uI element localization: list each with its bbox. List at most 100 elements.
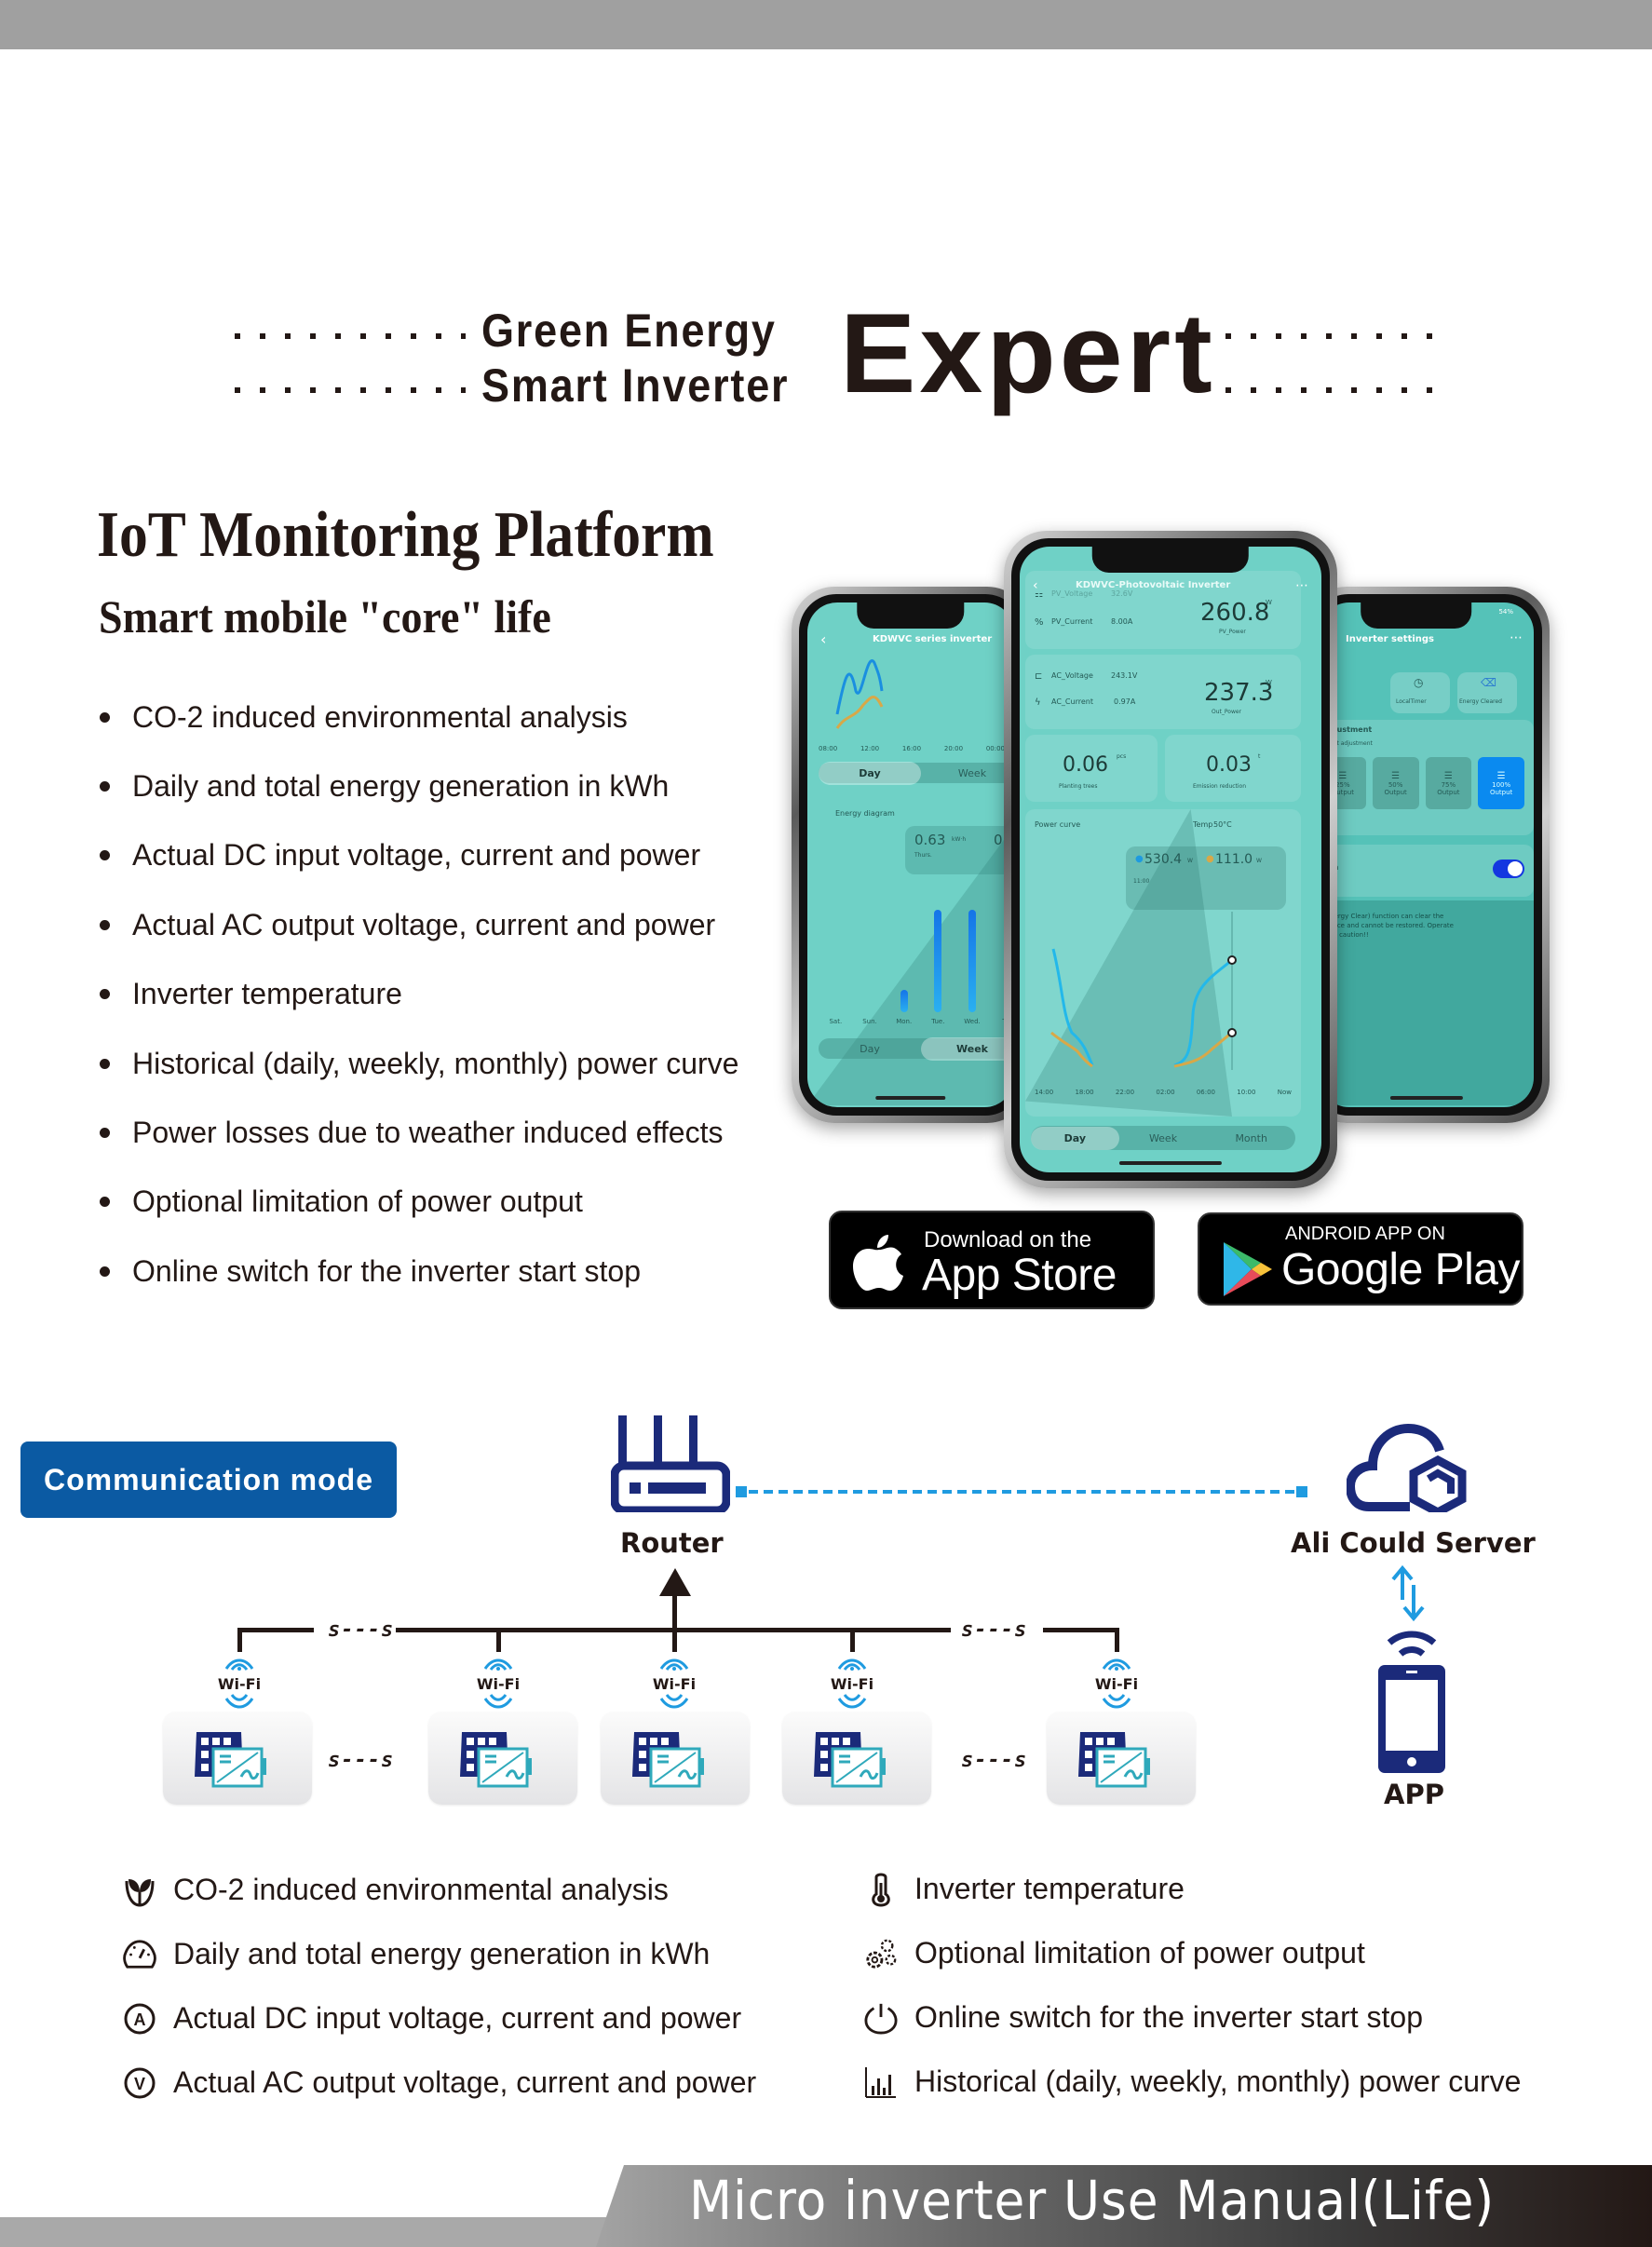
icon-feature-item: Inverter temperature — [864, 1857, 1521, 1921]
pv-card: ⚏ PV_Voltage 32.6V % PV_Current 8.00A 26… — [1025, 571, 1301, 649]
google-play-button[interactable]: ANDROID APP ON Google Play — [1198, 1212, 1523, 1306]
more-icon[interactable]: ⋯ — [1510, 630, 1523, 645]
solar-inverter-icon — [1078, 1732, 1150, 1788]
bottom-tabs: Day Week — [819, 1036, 1014, 1061]
power-icon — [864, 2001, 898, 2035]
communication-mode-button[interactable]: Communication mode — [20, 1442, 397, 1518]
wifi-indicator: Wi-Fi — [1084, 1652, 1149, 1718]
tab-day[interactable]: Day — [819, 1043, 921, 1055]
energy-diagram-label: Energy diagram — [835, 809, 895, 818]
range-tabs: Day Week Month — [1031, 1126, 1295, 1150]
sliders-icon: ☰ — [1496, 770, 1506, 781]
wifi-icon — [224, 1658, 254, 1671]
footer-title: Micro inverter Use Manual(Life) — [689, 2169, 1496, 2232]
feature-item: Inverter temperature — [97, 960, 738, 1029]
eraser-icon: ⌫ — [1481, 676, 1496, 689]
micro-inverter-tile — [428, 1712, 577, 1805]
google-play-icon — [1224, 1242, 1272, 1296]
output-75-button[interactable]: ☰ 75% Output — [1425, 757, 1472, 809]
icon-feature-item: V Actual AC output voltage, current and … — [123, 2051, 756, 2115]
bar-chart-icon — [864, 2065, 898, 2099]
week-bar — [934, 910, 942, 1012]
icon-feature-item: Daily and total energy generation in kWh — [123, 1922, 756, 1986]
micro-inverter-tile — [782, 1712, 931, 1805]
ampere-icon: A — [123, 2002, 156, 2036]
week-bar — [968, 910, 976, 1012]
phone-app-icon — [1378, 1631, 1445, 1773]
phone-left: ‹ KDWVC series inverter 08:00 12:00 16:0… — [792, 587, 1030, 1123]
phone-left-screen: ‹ KDWVC series inverter 08:00 12:00 16:0… — [807, 602, 1014, 1107]
power-toggle[interactable] — [1493, 860, 1524, 878]
range-tabs: Day Week — [819, 761, 1014, 785]
home-indicator — [875, 1096, 946, 1100]
trees-card: 0.06 pcs Planting trees — [1025, 735, 1158, 802]
google-play-small: ANDROID APP ON — [1285, 1224, 1445, 1244]
app-label: APP — [1384, 1779, 1444, 1810]
ellipsis-link: s---s — [961, 1618, 1028, 1642]
switch-row: Switch — [1320, 845, 1534, 897]
wifi-indicator: Wi-Fi — [207, 1652, 272, 1718]
plug-icon: ⊏ — [1035, 671, 1043, 682]
phone-center: ‹ KDWVC-Photovoltaic Inverter ⋯ ⚏ PV_Vol… — [1004, 531, 1337, 1188]
output-50-button[interactable]: ☰ 50% Output — [1372, 757, 1419, 809]
micro-inverter-tile — [1047, 1712, 1196, 1805]
ac-card: ⊏ AC_Voltage 243.1V ϟ AC_Current 0.97A 2… — [1025, 655, 1301, 729]
tab-week[interactable]: Week — [921, 767, 1014, 779]
cloud-label: Ali Could Server — [1291, 1527, 1536, 1559]
bolt-icon: ϟ — [1035, 697, 1041, 708]
tab-week[interactable]: Week — [921, 1036, 1014, 1061]
output-100-button[interactable]: ☰ 100% Output — [1478, 757, 1524, 809]
bus-line — [850, 1628, 855, 1652]
power-curve-card: Power curve Temp 50°C ● 530.4 W ● 111.0 … — [1025, 809, 1301, 1117]
wifi-icon — [224, 1694, 254, 1709]
leaf-shield-icon — [123, 1874, 156, 1907]
gears-icon — [864, 1937, 898, 1970]
solar-inverter-icon — [814, 1732, 886, 1788]
icon-feature-item: Historical (daily, weekly, monthly) powe… — [864, 2050, 1521, 2114]
clock-icon: ◷ — [1414, 676, 1424, 689]
bidirectional-arrow-icon — [1391, 1564, 1425, 1622]
battery-indicator: 54% — [1498, 608, 1513, 616]
output-buttons: ☰ 25% Output ☰ 50% Output ☰ 75% Output ☰ 100% Outpu… — [1320, 757, 1524, 809]
app-store-button[interactable]: Download on the App Store — [829, 1211, 1155, 1309]
wifi-icon — [483, 1658, 513, 1671]
wifi-indicator: Wi-Fi — [819, 1652, 885, 1718]
bullet — [100, 919, 110, 930]
feature-item: Optional limitation of power output — [97, 1168, 738, 1237]
icon-feature-item: Online switch for the inverter start sto… — [864, 1985, 1521, 2050]
footer: Micro inverter Use Manual(Life) — [0, 2165, 1652, 2247]
phone-right-screen: 54% Inverter settings ⋯ ◷ LocalTimer ⌫ E… — [1320, 602, 1534, 1107]
tab-week[interactable]: Week — [1119, 1132, 1208, 1144]
wifi-icon — [1102, 1694, 1131, 1709]
router-icon — [611, 1415, 730, 1512]
notch — [1091, 547, 1250, 573]
tab-month[interactable]: Month — [1207, 1132, 1295, 1144]
tab-day[interactable]: Day — [819, 761, 921, 785]
thermometer-icon — [864, 1873, 898, 1907]
google-play-large: Google Play — [1281, 1245, 1521, 1294]
bullet — [100, 1266, 110, 1277]
wifi-icon — [837, 1694, 867, 1709]
current-icon: % — [1035, 617, 1044, 628]
sliders-icon: ☰ — [1443, 770, 1453, 781]
curve-label: Power curve — [1035, 820, 1081, 829]
bus-line — [237, 1628, 242, 1652]
tile-energy-cleared[interactable]: ⌫ Energy Cleared — [1457, 672, 1517, 713]
bus-line — [1115, 1628, 1119, 1652]
solar-inverter-icon — [460, 1732, 532, 1788]
icon-feature-item: CO-2 induced environmental analysis — [123, 1858, 756, 1922]
home-indicator — [1118, 1161, 1223, 1165]
bullet — [100, 850, 110, 861]
dotted-rule — [235, 333, 466, 339]
wifi-icon — [1102, 1658, 1131, 1671]
icon-feature-item: A Actual DC input voltage, current and p… — [123, 1986, 756, 2051]
tab-day[interactable]: Day — [1031, 1126, 1119, 1150]
feature-item: Daily and total energy generation in kWh — [97, 751, 738, 820]
solar-icon: ⚏ — [1035, 589, 1043, 600]
tile-localtimer[interactable]: ◷ LocalTimer — [1390, 672, 1450, 713]
bullet — [100, 1197, 110, 1208]
svg-text:V: V — [134, 2075, 145, 2093]
sliders-icon: ☰ — [1338, 770, 1347, 781]
feature-item: Historical (daily, weekly, monthly) powe… — [97, 1029, 738, 1098]
week-bar-chart — [819, 910, 1014, 1012]
